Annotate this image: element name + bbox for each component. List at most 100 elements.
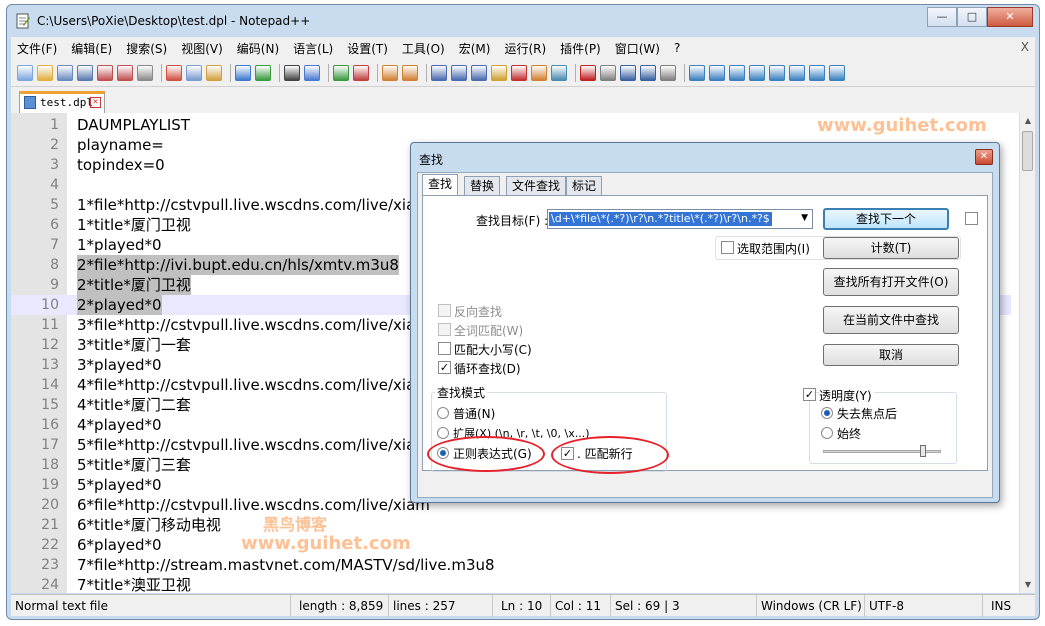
tab-find[interactable]: 查找: [422, 174, 459, 196]
toolbar-button-icon[interactable]: [829, 64, 845, 81]
menu-item-6[interactable]: 设置(T): [347, 40, 388, 57]
toolbar-button-icon[interactable]: [511, 64, 527, 81]
menu-item-10[interactable]: 插件(P): [560, 40, 601, 57]
menu-item-3[interactable]: 视图(V): [181, 40, 223, 57]
find-next-option-checkbox[interactable]: [965, 212, 978, 225]
toolbar-button-icon[interactable]: [689, 64, 705, 81]
tab-close-icon[interactable]: ✕: [90, 97, 101, 108]
menu-item-8[interactable]: 宏(M): [459, 40, 491, 57]
status-eol[interactable]: Windows (CR LF): [757, 595, 865, 617]
line-number: 11: [41, 317, 59, 333]
menu-item-0[interactable]: 文件(F): [17, 40, 57, 57]
toolbar-button-icon[interactable]: [729, 64, 745, 81]
find-next-button[interactable]: 查找下一个: [823, 208, 949, 230]
close-document-button[interactable]: X: [1021, 40, 1029, 54]
count-button[interactable]: 计数(T): [823, 237, 959, 259]
toolbar-button-icon[interactable]: [551, 64, 567, 81]
annotation-ellipse-dot-newline: [551, 436, 669, 474]
toolbar-button-icon[interactable]: [284, 64, 300, 81]
document-tab[interactable]: test.dpl ✕: [19, 91, 105, 113]
toolbar-button-icon[interactable]: [580, 64, 596, 81]
toolbar-button-icon[interactable]: [769, 64, 785, 81]
toolbar-button-icon[interactable]: [749, 64, 765, 81]
toolbar-button-icon[interactable]: [333, 64, 349, 81]
line-number: 10: [41, 297, 59, 313]
toolbar-button-icon[interactable]: [97, 64, 113, 81]
menu-item-1[interactable]: 编辑(E): [71, 40, 112, 57]
editor-line[interactable]: 23 7*file*http://stream.mastvnet.com/MAST…: [11, 555, 1011, 575]
toolbar-button-icon[interactable]: [660, 64, 676, 81]
vertical-scrollbar[interactable]: ▲ ▼: [1019, 113, 1035, 593]
line-number: 7: [50, 237, 59, 253]
toolbar-button-icon[interactable]: [235, 64, 251, 81]
toolbar-button-icon[interactable]: [789, 64, 805, 81]
mode-normal-radio[interactable]: [437, 407, 449, 419]
toolbar-button-icon[interactable]: [206, 64, 222, 81]
tab-replace[interactable]: 替换: [464, 176, 501, 195]
maximize-button[interactable]: □: [957, 7, 987, 27]
toolbar-button-icon[interactable]: [17, 64, 33, 81]
toolbar-button-icon[interactable]: [304, 64, 320, 81]
toolbar-button-icon[interactable]: [382, 64, 398, 81]
editor-line[interactable]: 22 6*played*0: [11, 535, 1011, 555]
find-all-current-file-button[interactable]: 在当前文件中查找: [823, 306, 959, 334]
menu-item-4[interactable]: 编码(N): [237, 40, 279, 57]
wrap-around-checkbox[interactable]: ✓: [438, 361, 451, 374]
find-all-open-files-button[interactable]: 查找所有打开文件(O): [823, 268, 959, 296]
find-dialog-title: 查找: [419, 153, 444, 167]
mode-extended-radio[interactable]: [437, 427, 449, 439]
toolbar-button-icon[interactable]: [600, 64, 616, 81]
editor-line[interactable]: 24 7*title*澳亚卫视: [11, 575, 1011, 593]
in-selection-checkbox[interactable]: [721, 241, 734, 254]
menu-item-5[interactable]: 语言(L): [293, 40, 333, 57]
scroll-up-icon[interactable]: ▲: [1023, 116, 1033, 126]
close-window-button[interactable]: ✕: [987, 7, 1033, 27]
toolbar-button-icon[interactable]: [451, 64, 467, 81]
toolbar-button-icon[interactable]: [402, 64, 418, 81]
toolbar-button-icon[interactable]: [77, 64, 93, 81]
toolbar-button-icon[interactable]: [709, 64, 725, 81]
toolbar-button-icon[interactable]: [57, 64, 73, 81]
find-what-combo[interactable]: \d+\*file\*(.*?)\r?\n.*?title\*(.*?)\r?\…: [547, 209, 813, 229]
tab-find-in-files[interactable]: 文件查找: [506, 176, 567, 195]
toolbar-button-icon[interactable]: [471, 64, 487, 81]
toolbar-button-icon[interactable]: [137, 64, 153, 81]
minimize-button[interactable]: —: [927, 7, 957, 27]
status-encoding[interactable]: UTF-8: [865, 595, 983, 617]
transparency-slider-thumb[interactable]: [920, 445, 927, 457]
menu-item-2[interactable]: 搜索(S): [126, 40, 167, 57]
transparency-lose-focus-radio[interactable]: [821, 407, 833, 419]
toolbar-button-icon[interactable]: [353, 64, 369, 81]
toolbar-button-icon[interactable]: [37, 64, 53, 81]
toolbar-button-icon[interactable]: [186, 64, 202, 81]
toolbar-button-icon[interactable]: [117, 64, 133, 81]
toolbar-button-icon[interactable]: [166, 64, 182, 81]
toolbar-button-icon[interactable]: [255, 64, 271, 81]
chevron-down-icon[interactable]: ▼: [801, 213, 808, 223]
status-column: Col : 11: [551, 595, 611, 617]
toolbar-button-icon[interactable]: [491, 64, 507, 81]
toolbar-button-icon[interactable]: [809, 64, 825, 81]
wrap-around-label: 循环查找(D): [454, 362, 521, 376]
scrollbar-thumb[interactable]: [1022, 131, 1033, 171]
title-bar[interactable]: C:\Users\PoXie\Desktop\test.dpl - Notepa…: [7, 5, 1039, 35]
toolbar-button-icon[interactable]: [431, 64, 447, 81]
toolbar-button-icon[interactable]: [620, 64, 636, 81]
dialog-close-icon[interactable]: ✕: [975, 149, 993, 165]
menu-item-9[interactable]: 运行(R): [504, 40, 546, 57]
transparency-checkbox[interactable]: ✓: [803, 388, 816, 401]
menu-item-12[interactable]: ?: [674, 41, 680, 55]
line-number: 12: [41, 337, 59, 353]
match-case-checkbox[interactable]: [438, 342, 451, 355]
whole-word-label: 全词匹配(W): [454, 324, 524, 338]
scroll-down-icon[interactable]: ▼: [1023, 580, 1033, 590]
cancel-button[interactable]: 取消: [823, 344, 959, 366]
tab-mark[interactable]: 标记: [566, 176, 603, 195]
editor-line[interactable]: 21 6*title*厦门移动电视: [11, 515, 1011, 535]
toolbar-separator: [684, 63, 685, 82]
menu-item-11[interactable]: 窗口(W): [615, 40, 660, 57]
toolbar-button-icon[interactable]: [640, 64, 656, 81]
menu-item-7[interactable]: 工具(O): [402, 40, 445, 57]
toolbar-button-icon[interactable]: [531, 64, 547, 81]
transparency-always-radio[interactable]: [821, 427, 833, 439]
